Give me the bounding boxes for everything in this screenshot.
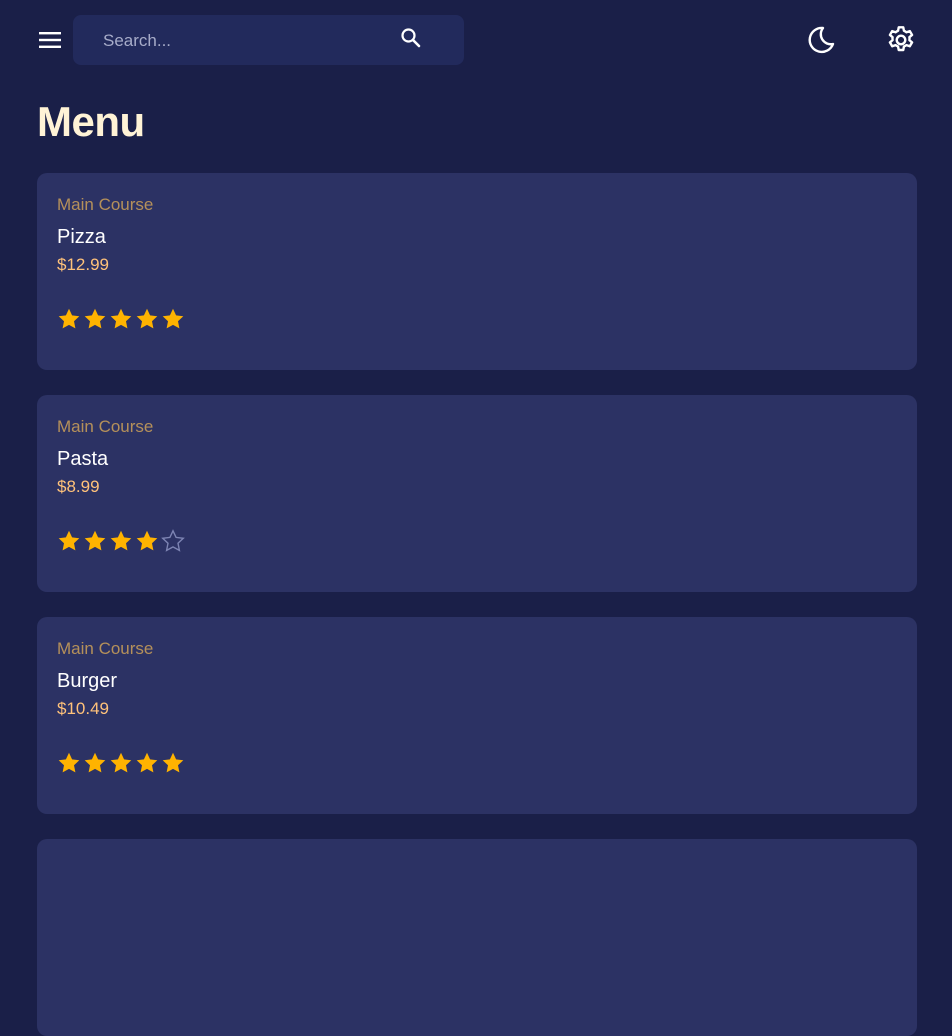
moon-icon bbox=[808, 26, 835, 54]
star-filled-icon bbox=[84, 530, 106, 551]
star-filled-icon bbox=[58, 530, 80, 551]
star-filled-icon bbox=[84, 752, 106, 773]
item-rating bbox=[57, 751, 185, 775]
item-rating bbox=[57, 529, 185, 553]
menu-item-card[interactable] bbox=[37, 839, 917, 1036]
item-rating bbox=[57, 307, 185, 331]
star-filled-icon bbox=[110, 308, 132, 329]
star-filled-icon bbox=[136, 308, 158, 329]
page-title: Menu bbox=[37, 98, 145, 145]
star-filled-icon bbox=[84, 308, 106, 329]
menu-item-card[interactable]: Main Course Pizza $12.99 bbox=[37, 173, 917, 370]
item-category: Main Course bbox=[57, 417, 154, 436]
menu-button[interactable] bbox=[36, 26, 64, 54]
search-icon bbox=[401, 28, 421, 48]
item-price: $12.99 bbox=[57, 255, 109, 274]
star-filled-icon bbox=[110, 530, 132, 551]
item-price: $10.49 bbox=[57, 699, 109, 718]
item-name: Pasta bbox=[57, 448, 109, 470]
menu-item-card[interactable]: Main Course Burger $10.49 bbox=[37, 617, 917, 814]
star-filled-icon bbox=[162, 308, 184, 329]
star-filled-icon bbox=[110, 752, 132, 773]
item-name: Burger bbox=[57, 670, 118, 692]
star-filled-icon bbox=[136, 530, 158, 551]
star-filled-icon bbox=[162, 752, 184, 773]
top-bar bbox=[0, 0, 952, 80]
star-filled-icon bbox=[58, 752, 80, 773]
star-filled-icon bbox=[58, 308, 80, 329]
search-button[interactable] bbox=[399, 26, 423, 50]
theme-toggle-button[interactable] bbox=[805, 24, 837, 56]
star-filled-icon bbox=[136, 752, 158, 773]
item-category: Main Course bbox=[57, 639, 154, 658]
item-name: Pizza bbox=[57, 226, 106, 248]
item-category: Main Course bbox=[57, 195, 154, 214]
menu-item-card[interactable]: Main Course Pasta $8.99 bbox=[37, 395, 917, 592]
star-empty-icon bbox=[161, 529, 185, 552]
item-price: $8.99 bbox=[57, 477, 100, 496]
search-input[interactable] bbox=[87, 15, 405, 67]
menu-icon bbox=[39, 32, 61, 48]
gear-icon bbox=[888, 26, 914, 52]
settings-button[interactable] bbox=[885, 24, 917, 56]
